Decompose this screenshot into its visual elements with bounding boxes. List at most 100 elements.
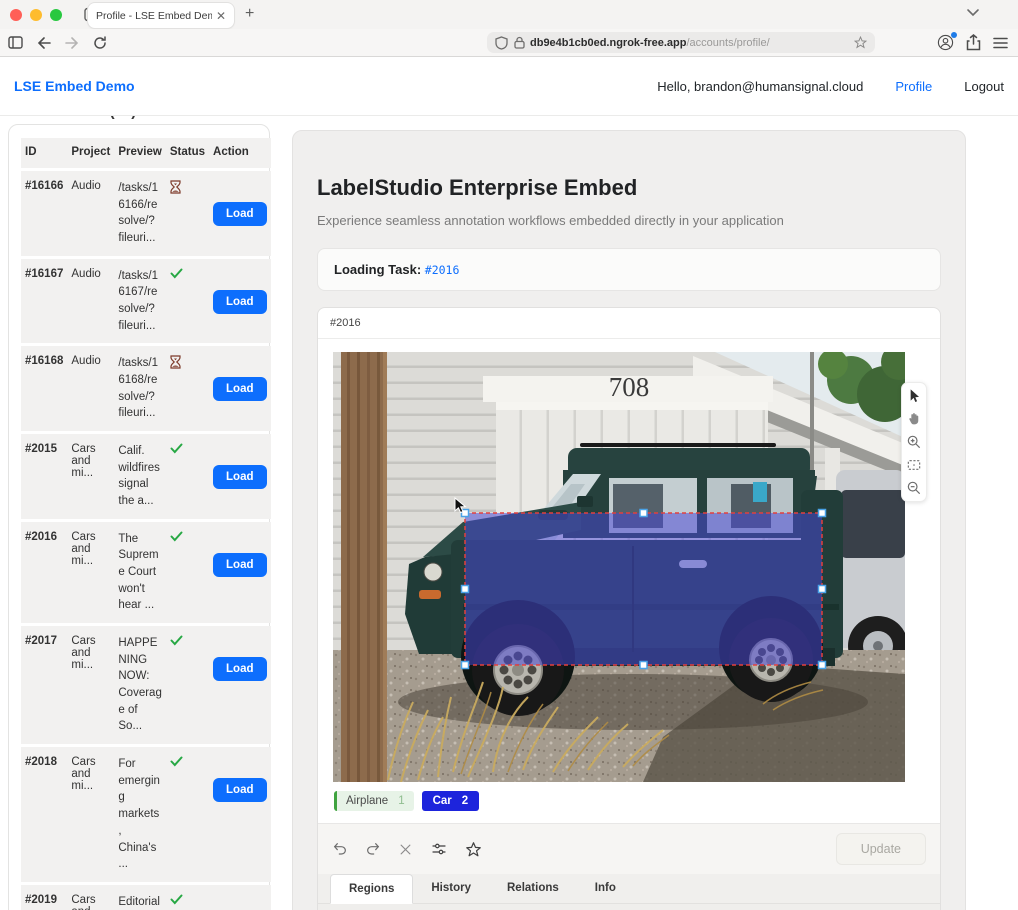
task-preview: /tasks/16166/resolve/?fileuri... [114, 171, 165, 256]
load-button[interactable]: Load [213, 377, 266, 401]
label-airplane-chip[interactable]: Airplane 1 [334, 791, 414, 811]
task-preview: For emerging markets , China's ... [114, 747, 165, 882]
close-window-button[interactable] [10, 9, 22, 21]
annotation-card: #2016 [317, 307, 941, 910]
page-title: LabelStudio Enterprise Embed [317, 175, 941, 201]
profile-link[interactable]: Profile [895, 79, 932, 94]
tab-close-icon[interactable]: ✕ [216, 9, 226, 23]
minimize-window-button[interactable] [30, 9, 42, 21]
bookmark-star-icon[interactable] [854, 36, 867, 49]
forward-icon[interactable] [65, 37, 79, 49]
logout-link[interactable]: Logout [964, 79, 1004, 94]
label-car-hotkey: 2 [462, 795, 468, 807]
task-preview: Calif. wildfires signal the a... [114, 434, 165, 519]
task-project: Cars and mi... [67, 434, 114, 519]
zoom-out-icon[interactable] [906, 480, 922, 496]
load-button[interactable]: Load [213, 290, 266, 314]
load-button[interactable]: Load [213, 657, 266, 681]
check-icon [170, 756, 205, 767]
label-car-chip[interactable]: Car 2 [422, 791, 480, 811]
task-preview: /tasks/16167/resolve/?fileuri... [114, 259, 165, 344]
pointer-tool-icon[interactable] [906, 388, 922, 404]
menu-icon[interactable] [993, 37, 1008, 49]
reload-icon[interactable] [93, 36, 107, 50]
load-button[interactable]: Load [213, 202, 266, 226]
url-domain: db9e4b1cb0ed.ngrok-free.app [530, 37, 687, 49]
task-project: Cars and mi... [67, 747, 114, 882]
label-car-name: Car [433, 795, 452, 807]
pan-tool-icon[interactable] [906, 411, 922, 427]
profile-avatar-icon[interactable] [937, 34, 954, 51]
col-action: Action [209, 138, 270, 168]
app-logo[interactable]: LSE Embed Demo [14, 78, 135, 94]
task-project: Cars and mi... [67, 626, 114, 744]
tab-relations[interactable]: Relations [489, 874, 577, 903]
annotation-tabs: Regions History Relations Info [318, 874, 940, 904]
table-row: #16168 Audio /tasks/16168/resolve/?fileu… [21, 346, 271, 431]
task-preview: Editorial in @Globe Opinion | ... [114, 885, 165, 910]
browser-tab-title: Profile - LSE Embed Demo [96, 10, 212, 22]
tab-regions[interactable]: Regions [330, 874, 413, 904]
task-project: Audio [67, 171, 114, 256]
task-id: #16166 [21, 171, 67, 256]
browser-toolbar: db9e4b1cb0ed.ngrok-free.app/accounts/pro… [0, 29, 1018, 57]
shield-icon [495, 36, 508, 50]
check-icon [170, 894, 205, 905]
undo-icon[interactable] [332, 841, 348, 857]
task-project: Cars and mi... [67, 885, 114, 910]
load-button[interactable]: Load [213, 778, 266, 802]
annotation-image[interactable]: 708 [333, 352, 905, 782]
load-button[interactable]: Load [213, 465, 266, 489]
new-tab-button[interactable]: + [245, 5, 254, 23]
car-photo: 708 [333, 352, 905, 782]
table-row: #2018 Cars and mi... For emerging market… [21, 747, 271, 882]
annotation-toolbar: Update [318, 823, 940, 874]
tab-info[interactable]: Info [577, 874, 634, 903]
hourglass-icon [170, 180, 205, 194]
browser-tab[interactable]: Profile - LSE Embed Demo ✕ [88, 3, 234, 28]
page-subtitle: Experience seamless annotation workflows… [317, 213, 941, 228]
check-icon [170, 443, 205, 454]
loading-task-box: Loading Task: #2016 [317, 248, 941, 291]
table-row: #2017 Cars and mi... HAPPENING NOW: Cove… [21, 626, 271, 744]
hourglass-icon [170, 355, 205, 369]
reset-icon[interactable] [398, 842, 413, 857]
task-id: #2018 [21, 747, 67, 882]
table-row: #2016 Cars and mi... The Supreme Court w… [21, 522, 271, 623]
label-airplane-hotkey: 1 [398, 795, 404, 807]
table-row: #2019 Cars and mi... Editorial in @Globe… [21, 885, 271, 910]
table-row: #16167 Audio /tasks/16167/resolve/?fileu… [21, 259, 271, 344]
task-project: Cars and mi... [67, 522, 114, 623]
task-id: #2019 [21, 885, 67, 910]
col-project: Project [67, 138, 114, 168]
table-row: #2015 Cars and mi... Calif. wildfires si… [21, 434, 271, 519]
notification-dot [951, 32, 957, 38]
task-preview: HAPPENING NOW: Coverage of So... [114, 626, 165, 744]
task-preview: /tasks/16168/resolve/?fileuri... [114, 346, 165, 431]
browser-chrome: Profile - LSE Embed Demo ✕ + db9e4b1cb0e… [0, 0, 1018, 57]
window-controls[interactable] [10, 9, 62, 21]
load-button[interactable]: Load [213, 553, 266, 577]
sidebar-toggle-icon[interactable] [8, 36, 23, 49]
region-car-bbox[interactable] [465, 513, 822, 665]
task-table: ID Project Preview Status Action #16166 … [21, 135, 271, 910]
fit-screen-icon[interactable] [906, 457, 922, 473]
main-panel: LabelStudio Enterprise Embed Experience … [292, 130, 966, 910]
maximize-window-button[interactable] [50, 9, 62, 21]
image-tool-panel [901, 382, 927, 502]
tab-history[interactable]: History [413, 874, 489, 903]
update-button[interactable]: Update [836, 833, 926, 865]
settings-sliders-icon[interactable] [430, 841, 448, 857]
redo-icon[interactable] [365, 841, 381, 857]
back-icon[interactable] [37, 37, 51, 49]
url-bar[interactable]: db9e4b1cb0ed.ngrok-free.app/accounts/pro… [487, 32, 875, 53]
house-number: 708 [609, 372, 650, 402]
chevron-down-icon[interactable] [966, 8, 980, 17]
star-icon[interactable] [465, 841, 482, 858]
zoom-in-icon[interactable] [906, 434, 922, 450]
task-project: Audio [67, 346, 114, 431]
loading-task-id: #2016 [425, 263, 460, 277]
table-row: #16166 Audio /tasks/16166/resolve/?fileu… [21, 171, 271, 256]
lock-icon [514, 36, 525, 49]
share-icon[interactable] [966, 34, 981, 51]
